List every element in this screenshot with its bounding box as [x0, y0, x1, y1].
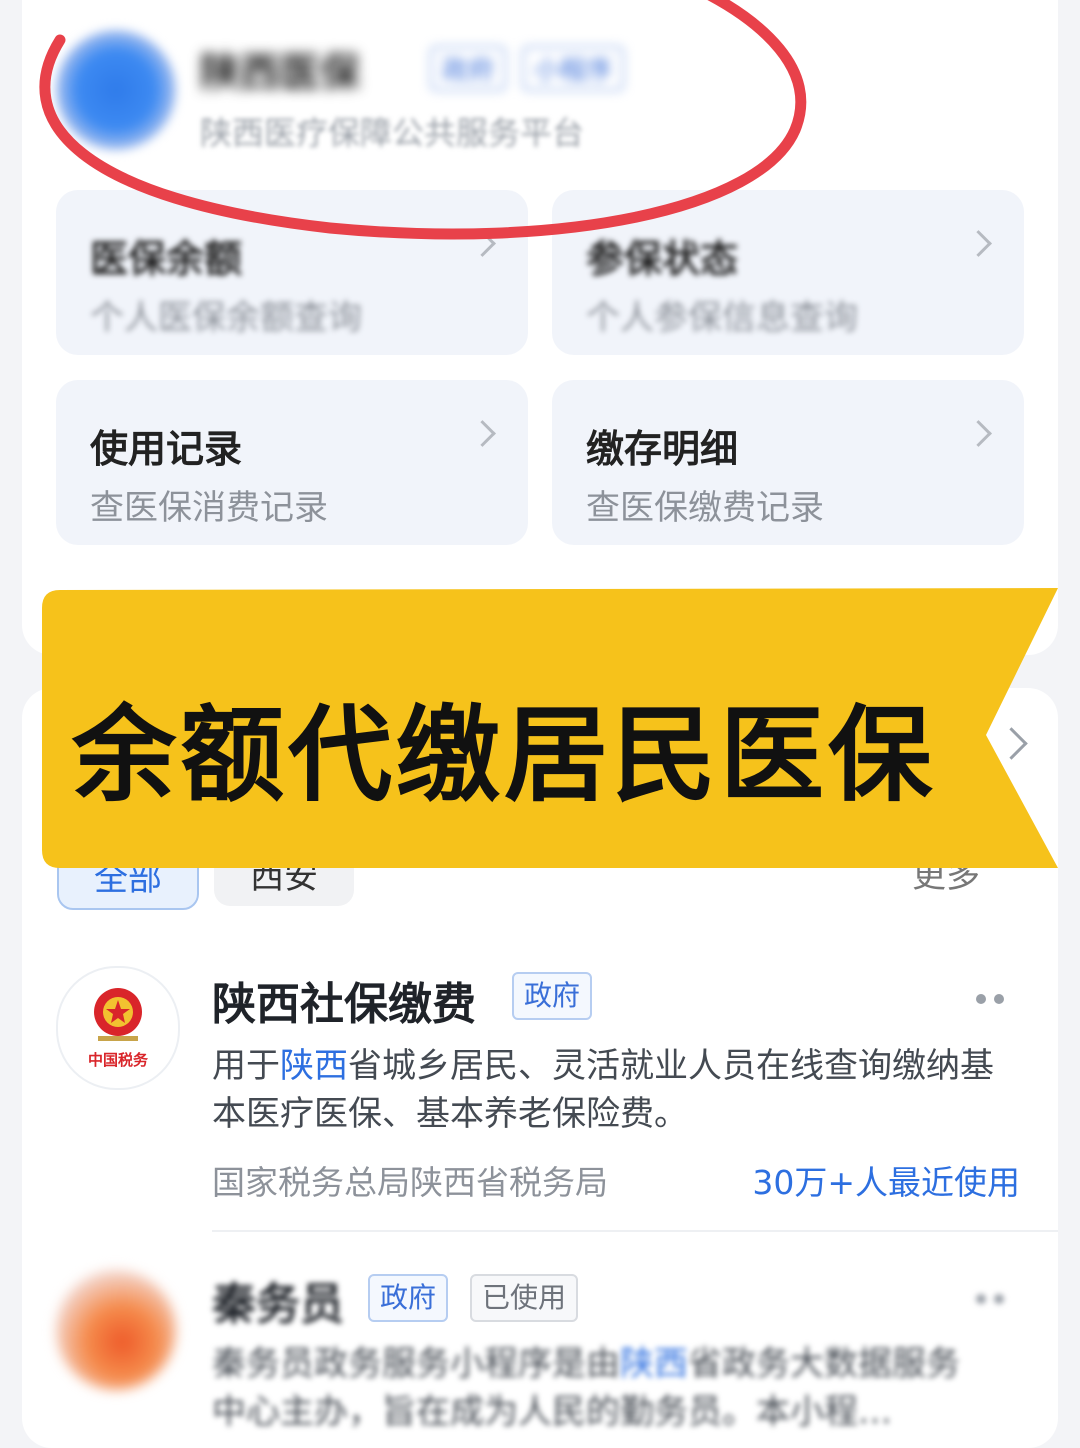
item-usage-count: 30万+人最近使用 [752, 1163, 1020, 1202]
item-title: 秦务员 [212, 1279, 344, 1330]
item-title: 陕西社保缴费 [212, 979, 476, 1030]
government-tag: 政府 [512, 972, 593, 1020]
banner-title: 余额代缴居民医保 [72, 694, 937, 816]
list-item[interactable]: 中国税务 陕西社保缴费 政府 用于陕西省城乡居民、灵活就业人员在线查询缴纳基本医… [22, 960, 1058, 1220]
divider [212, 1230, 1058, 1232]
item-description: 秦务员政务服务小程序是由陕西省政务大数据服务中心主办，旨在成为人民的勤务员。本小… [212, 1344, 960, 1432]
more-options-icon[interactable] [976, 994, 1004, 1004]
tax-bureau-logo: 中国税务 [56, 966, 180, 1090]
national-emblem-icon: 中国税务 [88, 988, 149, 1069]
more-options-icon[interactable] [976, 1294, 1004, 1304]
item-description: 用于陕西省城乡居民、灵活就业人员在线查询缴纳基本医疗医保、基本养老保险费。 [212, 1046, 994, 1134]
government-tag: 政府 [368, 1274, 449, 1322]
list-item[interactable]: 秦务员 政府 已使用 秦务员政务服务小程序是由陕西省政务大数据服务中心主办，旨在… [22, 1262, 1058, 1432]
used-tag: 已使用 [470, 1274, 579, 1322]
qinwuyuan-logo [56, 1270, 176, 1390]
item-organization: 国家税务总局陕西省税务局 [212, 1163, 608, 1202]
svg-text:中国税务: 中国税务 [88, 1051, 149, 1069]
